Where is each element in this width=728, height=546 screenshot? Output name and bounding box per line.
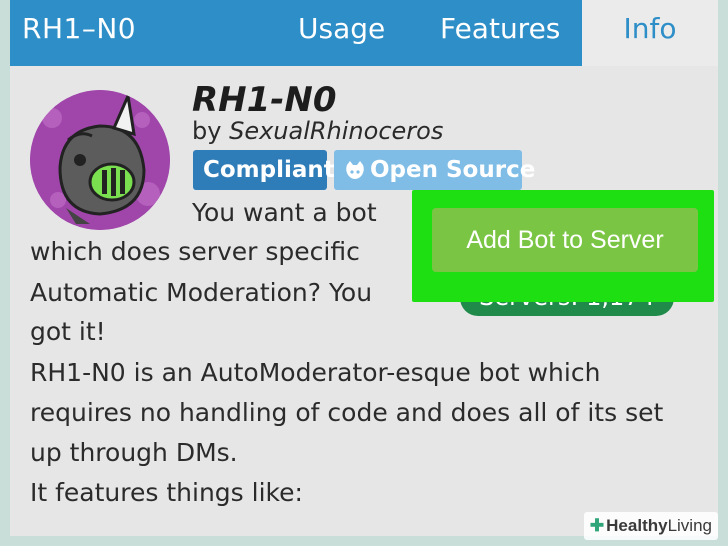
brand-link[interactable]: RH1–N0	[22, 12, 136, 45]
watermark: ✚ HealthyLiving	[583, 512, 718, 540]
bot-avatar	[30, 90, 170, 230]
description-line: requires no handling of code and does al…	[30, 398, 664, 427]
bot-name: RH1-N0	[192, 80, 337, 120]
rhino-avatar-icon	[30, 90, 170, 230]
tab-usage[interactable]: Usage	[298, 12, 385, 45]
add-bot-to-server-button[interactable]: Add Bot to Server	[432, 208, 698, 272]
navbar: RH1–N0 Usage Features Info	[10, 0, 718, 66]
watermark-part2: Living	[667, 516, 712, 535]
author-prefix: by	[192, 117, 230, 145]
description-line: got it!	[30, 317, 106, 346]
github-icon	[346, 161, 364, 179]
author-link[interactable]: SexualRhinoceros	[229, 117, 443, 145]
tab-info[interactable]: Info	[582, 0, 718, 66]
author-line: by SexualRhinoceros	[192, 117, 443, 145]
description-line: You want a bot	[192, 198, 377, 227]
page-frame: RH1–N0 Usage Features Info RH1-N0 by Sex…	[10, 0, 718, 536]
watermark-part1: Healthy	[606, 516, 668, 535]
tab-features[interactable]: Features	[440, 12, 560, 45]
description-line: which does server specific	[30, 237, 360, 266]
open-source-label: Open Source	[370, 157, 536, 183]
cross-icon: ✚	[589, 516, 605, 535]
compliant-badge[interactable]: Compliant	[193, 150, 335, 190]
description-line: RH1-N0 is an AutoModerator-esque bot whi…	[30, 358, 601, 387]
description-line: up through DMs.	[30, 438, 238, 467]
open-source-badge[interactable]: Open Source	[334, 150, 535, 190]
description-line: It features things like:	[30, 478, 303, 507]
description-line: Automatic Moderation? You	[30, 278, 373, 307]
